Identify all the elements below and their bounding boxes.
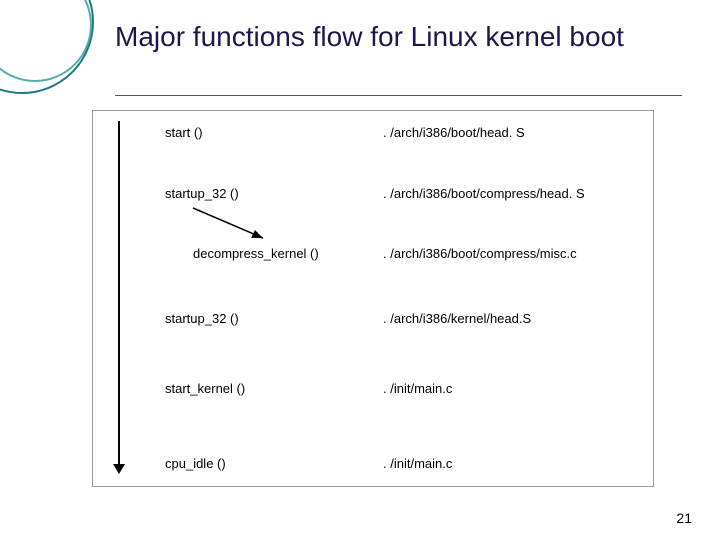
function-label: startup_32 () bbox=[165, 186, 239, 201]
file-path: . /arch/i386/boot/head. S bbox=[383, 125, 525, 140]
branch-arrow-icon bbox=[188, 203, 278, 248]
flow-row: decompress_kernel () . /arch/i386/boot/c… bbox=[93, 246, 653, 270]
flow-row: start () . /arch/i386/boot/head. S bbox=[93, 125, 653, 149]
file-path: . /arch/i386/boot/compress/misc.c bbox=[383, 246, 577, 261]
flow-row: start_kernel () . /init/main.c bbox=[93, 381, 653, 405]
ring-icon bbox=[0, 0, 94, 94]
ring-icon bbox=[0, 0, 92, 82]
flow-row: cpu_idle () . /init/main.c bbox=[93, 456, 653, 480]
file-path: . /init/main.c bbox=[383, 381, 452, 396]
function-label: startup_32 () bbox=[165, 311, 239, 326]
slide: Major functions flow for Linux kernel bo… bbox=[0, 0, 720, 540]
function-label: start_kernel () bbox=[165, 381, 245, 396]
file-path: . /arch/i386/boot/compress/head. S bbox=[383, 186, 585, 201]
function-label: decompress_kernel () bbox=[193, 246, 319, 261]
diagram-container: start () . /arch/i386/boot/head. S start… bbox=[92, 110, 654, 487]
function-label: cpu_idle () bbox=[165, 456, 226, 471]
file-path: . /init/main.c bbox=[383, 456, 452, 471]
title-underline bbox=[115, 95, 682, 96]
file-path: . /arch/i386/kernel/head.S bbox=[383, 311, 531, 326]
corner-decoration bbox=[0, 0, 90, 90]
page-number: 21 bbox=[676, 510, 692, 526]
flow-row: startup_32 () . /arch/i386/boot/compress… bbox=[93, 186, 653, 210]
timeline-arrow-icon bbox=[118, 121, 120, 466]
flow-row: startup_32 () . /arch/i386/kernel/head.S bbox=[93, 311, 653, 335]
page-title: Major functions flow for Linux kernel bo… bbox=[115, 20, 670, 54]
function-label: start () bbox=[165, 125, 203, 140]
